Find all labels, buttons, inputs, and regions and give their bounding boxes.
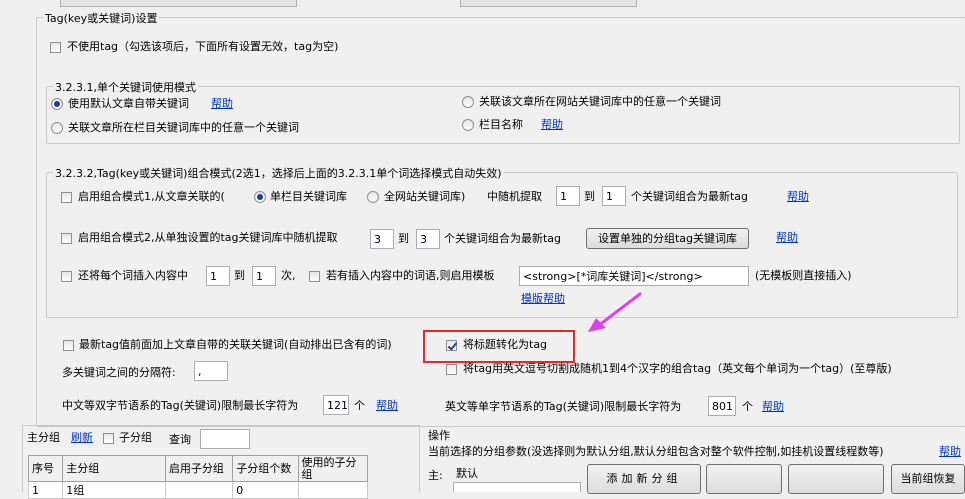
table-cell [297,481,368,499]
main-group-label: 主分组 [27,431,60,444]
radio-mode1-site-lib[interactable] [367,191,379,203]
cn-limit-input[interactable]: 121 [323,395,349,415]
combo-mode1-checkbox[interactable] [61,192,72,203]
en-limit-unit: 个 [742,400,753,413]
radio-mode1-column-lib-label: 单栏目关键词库 [270,190,347,203]
en-limit-help-link[interactable]: 帮助 [762,400,784,414]
no-tag-label: 不使用tag（勾选该项后，下面所有设置无效，tag为空) [67,40,339,53]
insert-to-label: 到 [234,269,245,282]
combo-mode1-label: 启用组合模式1,从文章关联的( [78,190,225,203]
insert-times-label: 次, [281,269,296,282]
english-split-label: 将tag用英文逗号切割成随机1到4个汉字的组合tag（英文每个单词为一个tag）… [463,362,892,375]
radio-mode1-column-lib[interactable] [254,191,266,203]
radio-column-name[interactable] [462,119,474,131]
operations-help-link[interactable]: 帮助 [939,445,961,459]
insert-min-input[interactable]: 1 [206,266,230,286]
radio-default-keywords-label: 使用默认文章自带关键词 [68,97,189,110]
mode2-to-label: 到 [398,232,409,245]
single-keyword-mode-title: 3.2.3.1,单个关键词使用模式 [53,79,198,95]
combo-mode2-checkbox[interactable] [61,233,72,244]
mode1-random-label: 中随机提取 [487,190,542,203]
main-group-field[interactable] [453,482,581,492]
template-help-link[interactable]: 模版帮助 [521,292,565,306]
column-name-help-link[interactable]: 帮助 [541,118,563,132]
sub-group-label: 子分组 [119,431,152,444]
radio-site-keyword-lib-label: 关联该文章所在网站关键词库中的任意一个关键词 [479,95,721,108]
mode1-max-input[interactable]: 1 [602,186,626,206]
combo-mode-title: 3.2.3.2,Tag(key或关键词)组合模式(2选1，选择后上面的3.2.3… [53,165,504,181]
template-input[interactable]: <strong>[*词库关键词]</strong> [519,266,749,286]
radio-mode1-site-lib-label: 全网站关键词库) [384,190,466,203]
radio-site-keyword-lib[interactable] [462,96,474,108]
template-checkbox[interactable] [309,271,320,282]
radio-column-keyword-lib[interactable] [51,122,63,134]
sub-group-checkbox[interactable] [103,433,114,444]
insert-content-label: 还将每个词插入内容中 [78,269,188,282]
toolbar-button[interactable] [706,464,782,494]
tab-strip-item[interactable] [60,0,297,7]
mode2-help-link[interactable]: 帮助 [776,231,798,245]
prepend-keywords-label: 最新tag值前面加上文章自带的关联关键词(自动排出已含有的词) [79,338,392,351]
template-label: 若有插入内容中的词语,则启用模板 [326,269,495,282]
current-group-params-text: 当前选择的分组参数(没选择则为默认分组,默认分组包含对整个软件控制,如挂机设置线… [428,445,884,458]
cn-limit-help-link[interactable]: 帮助 [376,399,398,413]
col-header-used-sub[interactable]: 使用的子分组 [297,455,368,482]
en-limit-label: 英文等单字节语系的Tag(关键词)限制最长字符为 [445,400,682,413]
mode1-help-link[interactable]: 帮助 [787,190,809,204]
mode1-suffix-label: 个关键词组合为最新tag [631,190,749,203]
operations-title: 操作 [428,429,450,442]
radio-column-keyword-lib-label: 关联文章所在栏目关键词库中的任意一个关键词 [68,121,299,134]
query-input[interactable] [200,429,250,449]
refresh-link[interactable]: 刷新 [71,431,93,445]
restore-group-button[interactable]: 当前组恢复 [891,464,965,494]
table-cell [164,481,234,499]
separator-label: 多关键词之间的分隔符: [62,366,176,379]
toolbar-button[interactable] [788,464,884,494]
col-header-main-group[interactable]: 主分组 [62,455,166,482]
insert-content-checkbox[interactable] [61,271,72,282]
no-tag-checkbox[interactable] [50,42,61,53]
radio-column-name-label: 栏目名称 [479,118,523,131]
default-keywords-help-link[interactable]: 帮助 [211,97,233,111]
cn-limit-unit: 个 [354,399,365,412]
main-label: 主: [428,469,443,482]
combo-mode2-label: 启用组合模式2,从单独设置的tag关键词库中随机提取 [78,231,338,244]
radio-default-keywords[interactable] [51,98,63,110]
table-cell: 1 [27,481,64,499]
mode2-min-input[interactable]: 3 [370,229,394,249]
set-group-tag-library-button[interactable]: 设置单独的分组tag关键词库 [586,228,749,249]
mode2-max-input[interactable]: 3 [416,229,440,249]
table-cell: 1组 [62,481,166,499]
col-header-index[interactable]: 序号 [27,455,64,482]
cn-limit-label: 中文等双字节语系的Tag(关键词)限制最长字符为 [62,399,299,412]
title-to-tag-label: 将标题转化为tag [463,338,548,351]
en-limit-input[interactable]: 801 [708,396,736,416]
tag-settings-title: Tag(key或关键词)设置 [43,10,160,26]
group-table: 序号 主分组 启用子分组 子分组个数 使用的子分组 1 1组 0 [27,455,368,499]
main-value: 默认 [456,467,478,480]
col-header-sub-count[interactable]: 子分组个数 [232,455,299,482]
template-note: (无模板则直接插入) [755,269,852,282]
mode1-to-label: 到 [584,190,595,203]
query-label: 查询 [169,433,191,446]
english-split-checkbox[interactable] [446,364,457,375]
mode1-min-input[interactable]: 1 [556,186,580,206]
table-row[interactable]: 1 1组 0 [27,481,368,499]
prepend-keywords-checkbox[interactable] [63,340,74,351]
table-cell: 0 [232,481,299,499]
insert-max-input[interactable]: 1 [252,266,276,286]
separator-input[interactable]: , [194,361,228,381]
col-header-enable-sub[interactable]: 启用子分组 [164,455,234,482]
add-group-button[interactable]: 添加新分组 [587,464,701,494]
tab-strip-item[interactable] [460,0,637,7]
mode2-suffix-label: 个关键词组合为最新tag [444,232,562,245]
title-to-tag-checkbox[interactable] [446,340,457,351]
pointer-arrow-icon [588,292,642,332]
